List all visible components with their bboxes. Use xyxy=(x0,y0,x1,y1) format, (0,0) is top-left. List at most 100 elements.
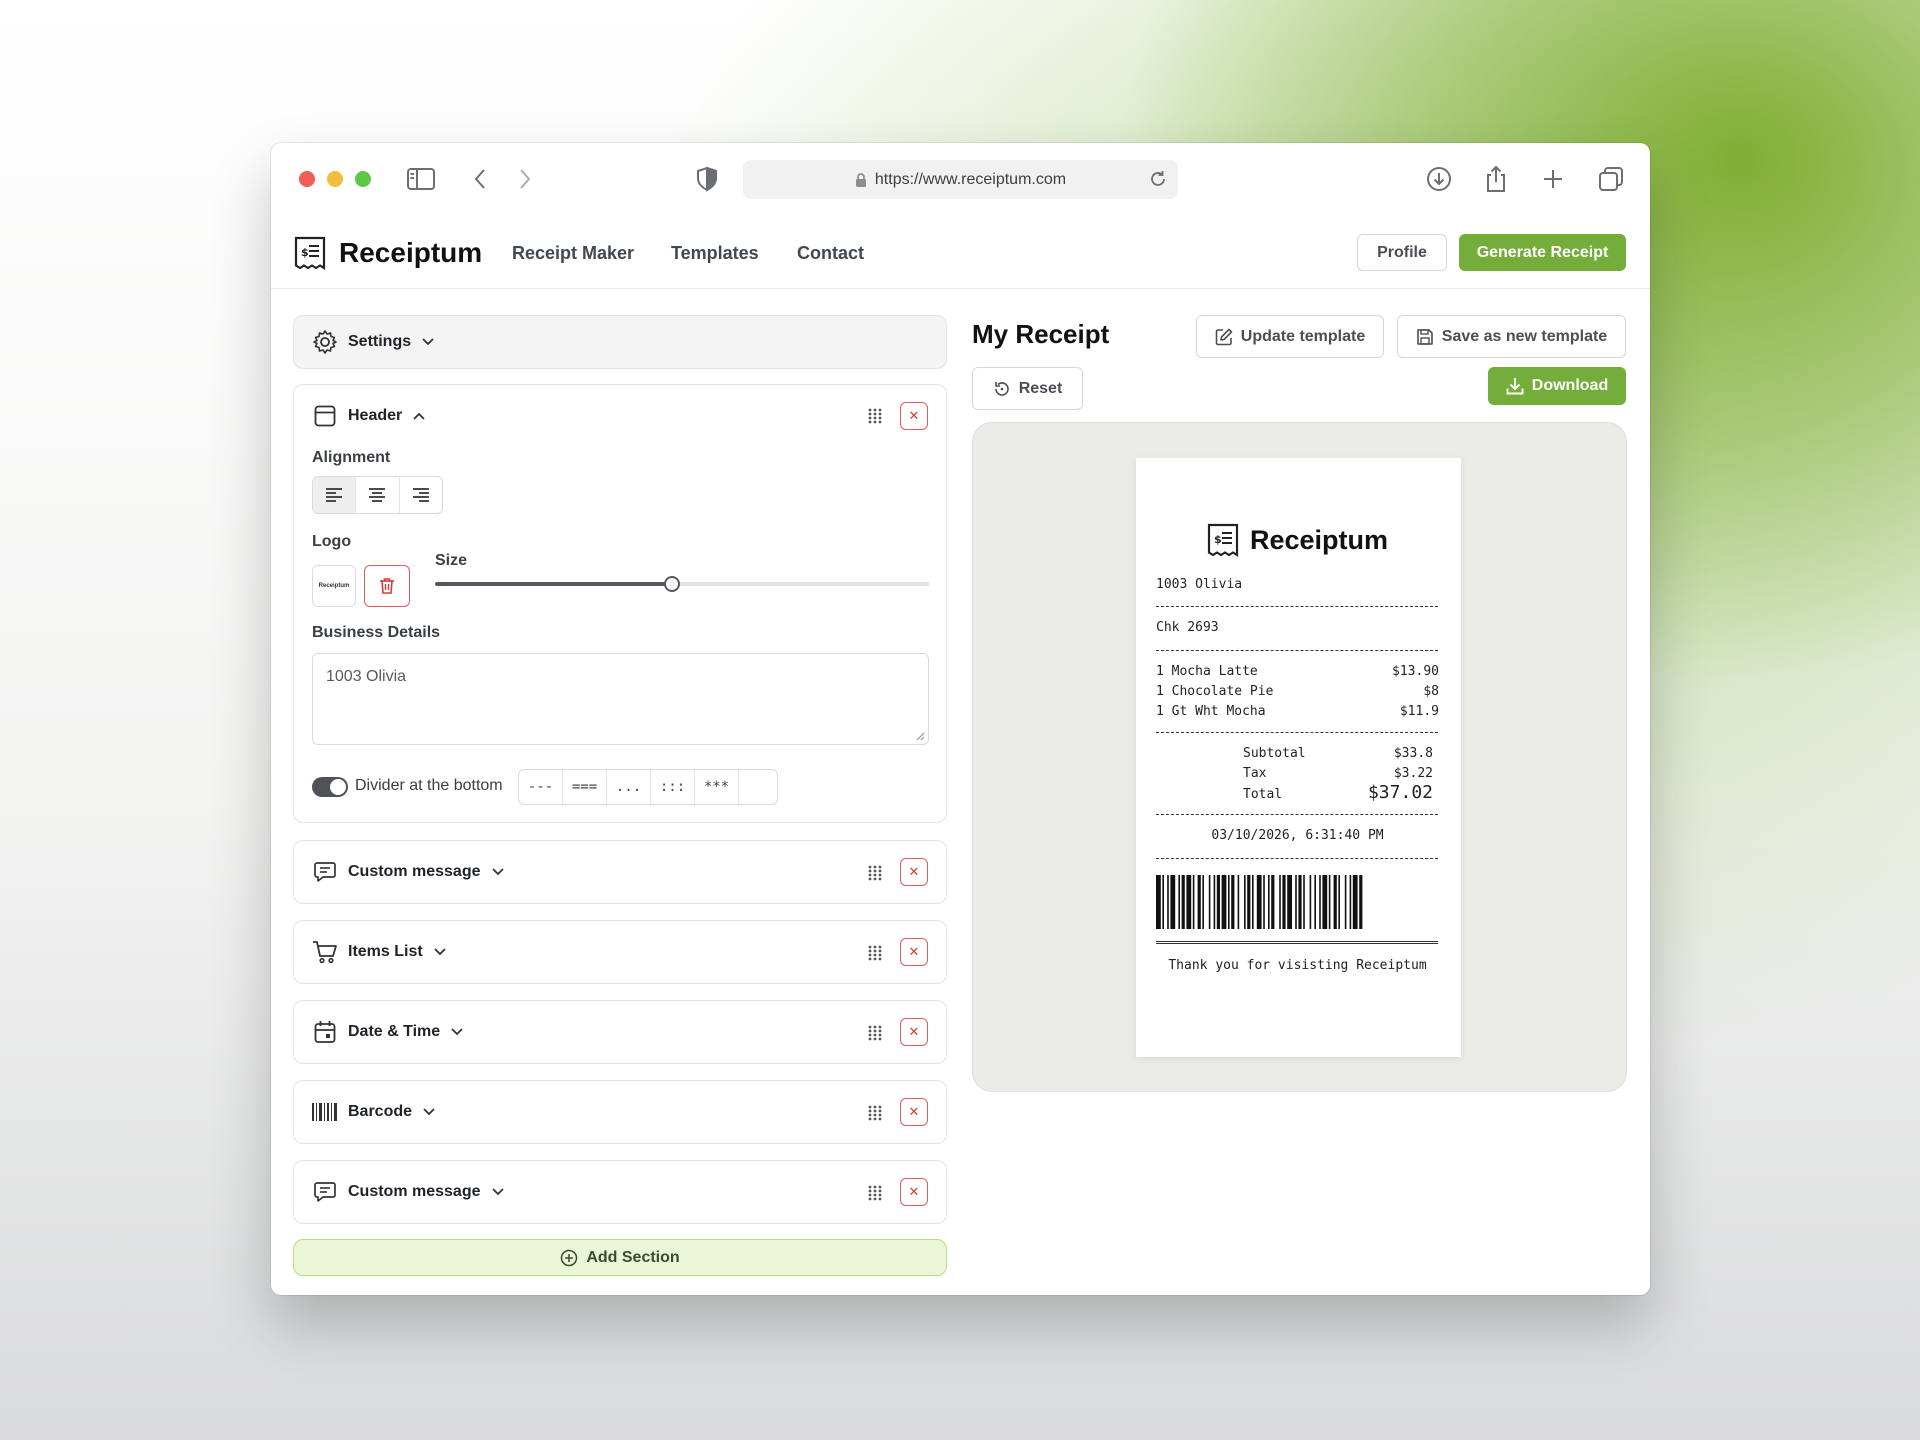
barcode-bar xyxy=(1244,875,1246,929)
barcode-section-toggle[interactable]: Barcode xyxy=(312,1081,436,1143)
divider-dash-button[interactable]: --- xyxy=(519,770,563,804)
new-tab-icon[interactable] xyxy=(1538,165,1568,193)
align-right-button[interactable] xyxy=(400,477,442,513)
remove-section-button[interactable]: ✕ xyxy=(900,1018,928,1046)
alignment-label: Alignment xyxy=(312,449,391,466)
receipt-item-name: 1 Gt Wht Mocha xyxy=(1156,704,1266,719)
nav-receipt-maker[interactable]: Receipt Maker xyxy=(512,243,634,264)
barcode-bar xyxy=(1282,875,1286,929)
remove-section-button[interactable]: ✕ xyxy=(900,1098,928,1126)
save-as-new-template-button[interactable]: Save as new template xyxy=(1397,315,1626,358)
section-title: Custom message xyxy=(348,1183,481,1200)
close-window-button[interactable] xyxy=(299,171,315,187)
share-icon[interactable] xyxy=(1481,165,1511,193)
barcode-bar xyxy=(1328,875,1331,929)
logo-thumbnail[interactable]: Receiptum xyxy=(312,565,356,607)
custom-message-section-toggle[interactable]: Custom message xyxy=(312,1161,505,1223)
receipt-item-price: $8 xyxy=(1423,684,1439,699)
header-section-toggle[interactable]: Header xyxy=(312,385,426,447)
divider-star-button[interactable]: *** xyxy=(695,770,739,804)
reload-icon[interactable] xyxy=(1148,169,1168,189)
barcode-bar xyxy=(1178,875,1180,929)
receipt-divider-double xyxy=(1156,941,1438,944)
section-title: Date & Time xyxy=(348,1023,441,1040)
barcode-bar xyxy=(1298,875,1302,929)
reset-button[interactable]: Reset xyxy=(972,367,1083,410)
receipt-brand: $ Receiptum xyxy=(1206,522,1388,558)
align-center-button[interactable] xyxy=(356,477,400,513)
custom-message-section-card: Custom message ✕ xyxy=(293,840,947,904)
barcode-bar xyxy=(1256,875,1262,929)
settings-toggle[interactable]: Settings xyxy=(293,315,947,369)
receipt-datetime: 03/10/2026, 6:31:40 PM xyxy=(1211,828,1384,843)
nav-contact[interactable]: Contact xyxy=(797,243,864,264)
resize-handle-icon[interactable] xyxy=(915,731,925,741)
receipt-barcode xyxy=(1156,875,1363,929)
barcode-icon xyxy=(312,1099,338,1125)
alignment-group xyxy=(312,476,443,514)
divider-toggle[interactable] xyxy=(312,777,348,797)
nav-templates[interactable]: Templates xyxy=(671,243,759,264)
receipt-subtotal-row: Subtotal $33.8 xyxy=(1243,746,1433,761)
cart-icon xyxy=(312,939,338,965)
size-label: Size xyxy=(435,552,468,569)
header-section-card: Header ✕ Alignment Logo Receiptum Size B… xyxy=(293,384,947,823)
business-details-textarea[interactable]: 1003 Olivia xyxy=(312,653,929,745)
barcode-bar xyxy=(1309,875,1312,929)
address-bar[interactable]: https://www.receiptum.com xyxy=(743,160,1178,199)
drag-handle-icon[interactable] xyxy=(868,1025,882,1041)
remove-section-button[interactable]: ✕ xyxy=(900,1178,928,1206)
barcode-bar xyxy=(1271,875,1275,929)
logo-thumbnail-text: Receiptum xyxy=(318,583,350,589)
downloads-icon[interactable] xyxy=(1424,165,1454,193)
remove-section-button[interactable]: ✕ xyxy=(900,858,928,886)
custom-message-section-toggle[interactable]: Custom message xyxy=(312,841,505,903)
minimize-window-button[interactable] xyxy=(327,171,343,187)
maximize-window-button[interactable] xyxy=(355,171,371,187)
barcode-bar xyxy=(1170,875,1176,929)
receipt-tax-label: Tax xyxy=(1243,766,1267,781)
barcode-bar xyxy=(1197,875,1201,929)
generate-receipt-button[interactable]: Generate Receipt xyxy=(1459,234,1626,271)
divider-colon-button[interactable]: ::: xyxy=(651,770,695,804)
brand[interactable]: $ Receiptum xyxy=(293,235,482,271)
drag-handle-icon[interactable] xyxy=(868,865,882,881)
delete-logo-button[interactable] xyxy=(364,565,410,607)
receipt-business: 1003 Olivia xyxy=(1156,577,1243,592)
forward-arrow-icon[interactable] xyxy=(510,165,540,193)
download-button[interactable]: Download xyxy=(1488,367,1626,405)
drag-handle-icon[interactable] xyxy=(868,1185,882,1201)
drag-handle-icon[interactable] xyxy=(868,408,882,424)
divider-none-button[interactable] xyxy=(739,770,777,804)
barcode-bar xyxy=(1192,875,1195,929)
tab-overview-icon[interactable] xyxy=(1596,165,1626,193)
items-list-section-toggle[interactable]: Items List xyxy=(312,921,447,983)
align-right-icon xyxy=(412,488,429,502)
divider-double-button[interactable]: === xyxy=(563,770,607,804)
back-arrow-icon[interactable] xyxy=(465,165,495,193)
divider-dot-button[interactable]: ... xyxy=(607,770,651,804)
drag-handle-icon[interactable] xyxy=(868,1105,882,1121)
date-time-section-toggle[interactable]: Date & Time xyxy=(312,1001,464,1063)
receipt-total-label: Total xyxy=(1243,787,1283,802)
remove-section-button[interactable]: ✕ xyxy=(900,938,928,966)
add-section-button[interactable]: Add Section xyxy=(293,1239,947,1276)
update-template-label: Update template xyxy=(1240,327,1366,345)
barcode-bar xyxy=(1186,875,1192,929)
barcode-bar xyxy=(1295,875,1297,929)
receipt-tax-row: Tax $3.22 xyxy=(1243,766,1433,781)
drag-handle-icon[interactable] xyxy=(868,945,882,961)
sidebar-toggle-icon[interactable] xyxy=(406,165,436,193)
barcode-bar xyxy=(1156,875,1161,929)
shield-icon[interactable] xyxy=(692,165,722,193)
slider-thumb[interactable] xyxy=(664,576,681,592)
remove-section-button[interactable]: ✕ xyxy=(900,402,928,430)
barcode-bar xyxy=(1202,875,1204,929)
logo-size-slider[interactable] xyxy=(435,576,929,592)
brand-name: Receiptum xyxy=(339,237,483,268)
align-left-icon xyxy=(326,488,343,502)
items-list-section-card: Items List ✕ xyxy=(293,920,947,984)
align-left-button[interactable] xyxy=(313,477,357,513)
update-template-button[interactable]: Update template xyxy=(1196,315,1384,358)
profile-button[interactable]: Profile xyxy=(1357,234,1447,271)
